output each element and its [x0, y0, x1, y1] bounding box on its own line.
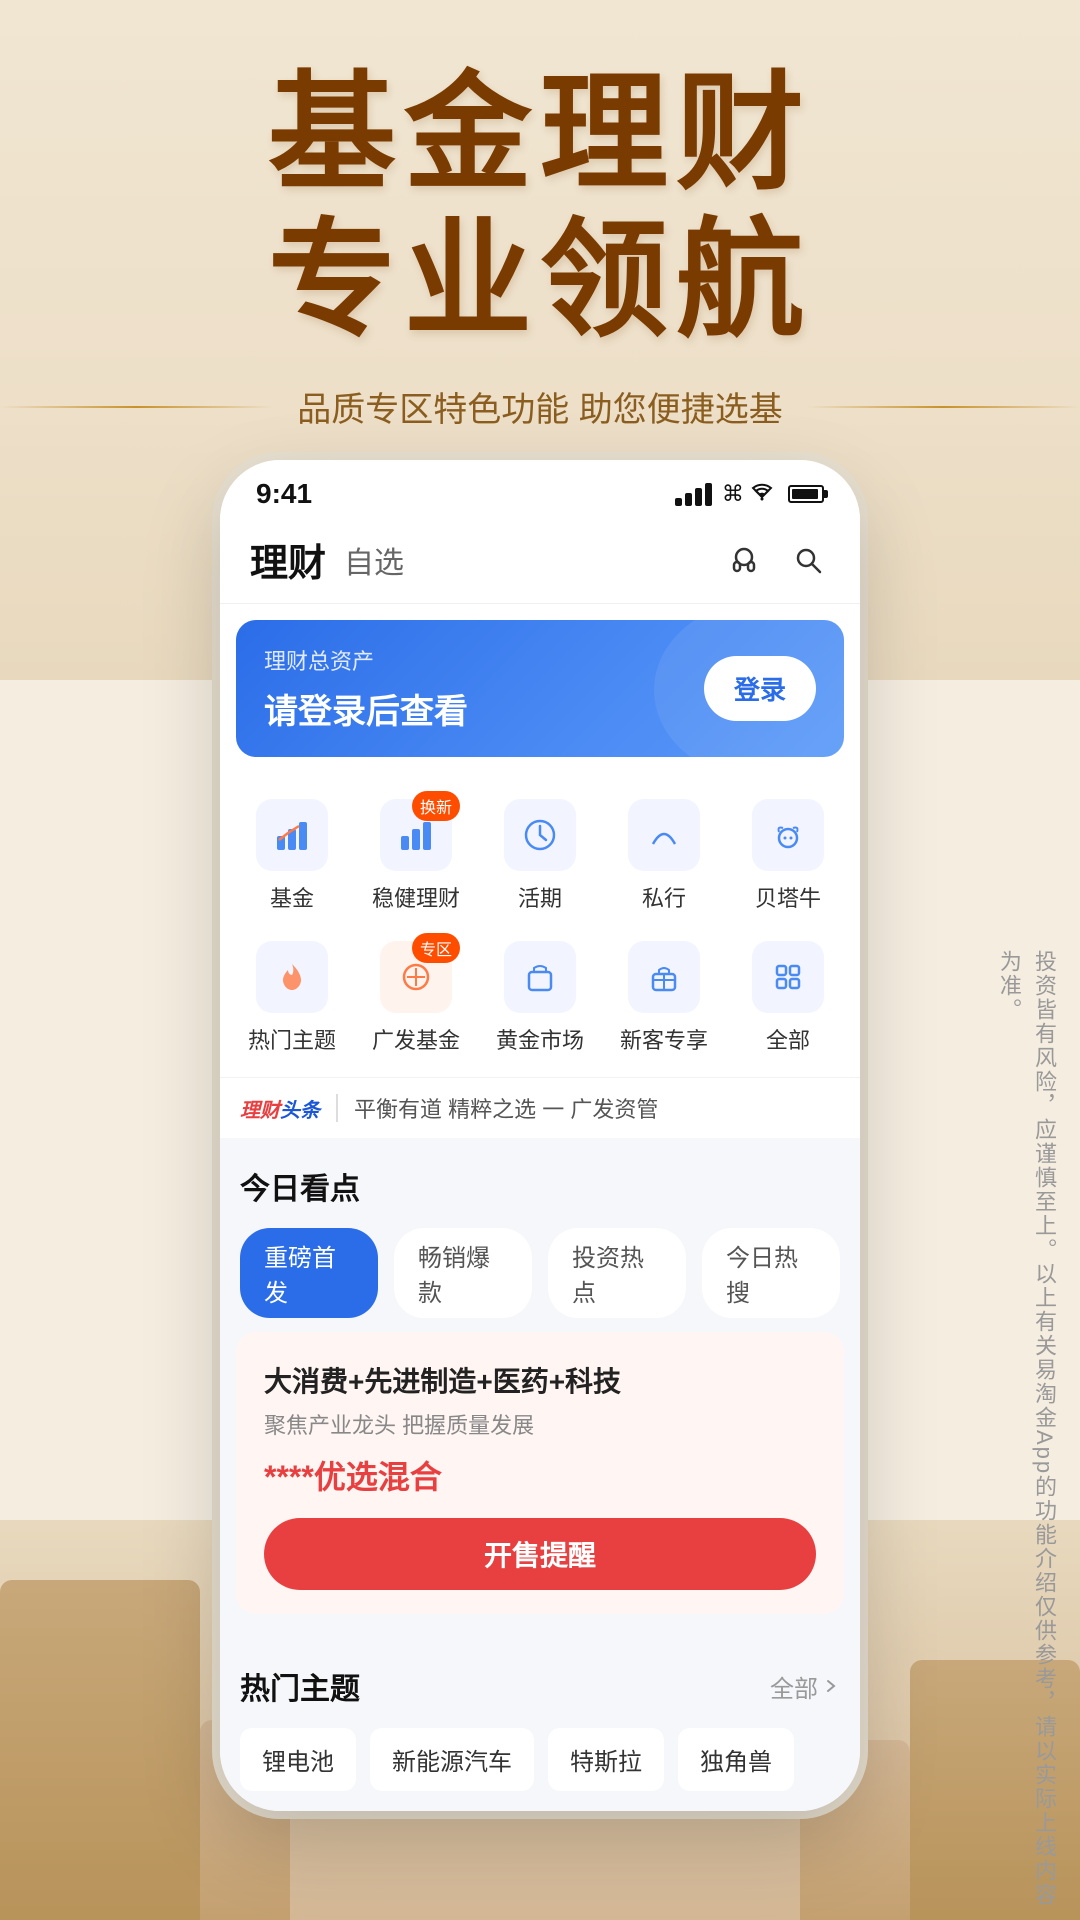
hot-tags: 锂电池 新能源汽车 特斯拉 独角兽	[220, 1718, 860, 1811]
app-nav: 理财 自选	[220, 520, 860, 604]
wifi-icon: ⌘	[722, 481, 774, 507]
side-disclaimer: 投资皆有风险，应谨慎至上。以上有关易淘金App的功能介绍仅供参考，请以实际上线内…	[992, 950, 1062, 1920]
status-icons: ⌘	[675, 481, 824, 507]
banner-left: 理财总资产 请登录后查看	[264, 644, 468, 733]
deco-block-left	[0, 1580, 200, 1920]
hot-tag-unicorn[interactable]: 独角兽	[678, 1728, 794, 1791]
tab-new-launch[interactable]: 重磅首发	[240, 1228, 378, 1318]
ticker-text: 平衡有道 精粹之选 一 广发资管	[354, 1092, 840, 1124]
section-spacer-2	[220, 1638, 860, 1646]
tab-hot-search[interactable]: 今日热搜	[702, 1228, 840, 1318]
grid-item-private[interactable]: 私行	[602, 785, 726, 927]
hot-tag-lithium[interactable]: 锂电池	[240, 1728, 356, 1791]
tab-hot-invest[interactable]: 投资热点	[548, 1228, 686, 1318]
search-icon[interactable]	[786, 538, 830, 582]
grid-item-guangfa[interactable]: 专区 广发基金	[354, 927, 478, 1069]
nav-title-main[interactable]: 理财	[250, 532, 326, 587]
login-button[interactable]: 登录	[704, 656, 816, 721]
fund-card-button[interactable]: 开售提醒	[264, 1518, 816, 1590]
grid-item-stable[interactable]: 换新 稳健理财	[354, 785, 478, 927]
today-header: 今日看点	[220, 1146, 860, 1218]
guangfa-badge: 专区	[412, 933, 460, 963]
hero-section: 基金理财 专业领航 品质专区特色功能 助您便捷选基	[0, 60, 1080, 431]
fund-icon	[256, 799, 328, 871]
guangfa-label: 广发基金	[372, 1023, 460, 1055]
hot-theme-label: 热门主题	[248, 1023, 336, 1055]
hero-sub-wrap: 品质专区特色功能 助您便捷选基	[0, 382, 1080, 431]
new-client-icon	[628, 941, 700, 1013]
grid-item-fund[interactable]: 基金	[230, 785, 354, 927]
hot-topics-header: 热门主题 全部	[220, 1646, 860, 1718]
fund-card: 大消费+先进制造+医药+科技 聚焦产业龙头 把握质量发展 ****优选混合 开售…	[236, 1332, 844, 1614]
stable-icon: 换新	[380, 799, 452, 871]
current-icon	[504, 799, 576, 871]
hero-line-left	[0, 406, 273, 408]
stable-badge: 换新	[412, 791, 460, 821]
hot-title: 热门主题	[240, 1664, 360, 1708]
hot-tag-ev[interactable]: 新能源汽车	[370, 1728, 534, 1791]
nav-title-sub[interactable]: 自选	[344, 538, 404, 582]
grid-item-all[interactable]: 全部	[726, 927, 850, 1069]
signal-icon	[675, 483, 712, 506]
grid-item-new-client[interactable]: 新客专享	[602, 927, 726, 1069]
banner-label: 理财总资产	[264, 644, 468, 676]
current-label: 活期	[518, 881, 562, 913]
grid-item-hot-theme[interactable]: 热门主题	[230, 927, 354, 1069]
all-icon	[752, 941, 824, 1013]
hero-title-line2: 专业领航	[0, 207, 1080, 354]
phone-body: 9:41 ⌘	[220, 460, 860, 1811]
all-label: 全部	[766, 1023, 810, 1055]
tab-bestseller[interactable]: 畅销爆款	[394, 1228, 532, 1318]
section-spacer-1	[220, 1138, 860, 1146]
private-icon	[628, 799, 700, 871]
hot-tag-tesla[interactable]: 特斯拉	[548, 1728, 664, 1791]
beitaniu-label: 贝塔牛	[755, 881, 821, 913]
headset-icon[interactable]	[722, 538, 766, 582]
today-tabs: 重磅首发 畅销爆款 投资热点 今日热搜	[220, 1218, 860, 1332]
phone-mockup: 9:41 ⌘	[220, 460, 860, 1811]
grid-item-gold[interactable]: 黄金市场	[478, 927, 602, 1069]
hero-subtitle: 品质专区特色功能 助您便捷选基	[273, 382, 806, 431]
fund-card-subtitle: 聚焦产业龙头 把握质量发展	[264, 1408, 816, 1440]
fund-card-name: ****优选混合	[264, 1452, 816, 1498]
icon-grid: 基金 换新 稳健理财	[220, 773, 860, 1077]
stable-label: 稳健理财	[372, 881, 460, 913]
hero-title: 基金理财 专业领航	[0, 60, 1080, 354]
fund-card-title: 大消费+先进制造+医药+科技	[264, 1360, 816, 1400]
new-client-label: 新客专享	[620, 1023, 708, 1055]
ticker-divider	[336, 1094, 338, 1122]
gold-label: 黄金市场	[496, 1023, 584, 1055]
asset-banner: 理财总资产 请登录后查看 登录	[236, 620, 844, 757]
hero-line-right	[807, 406, 1080, 408]
battery-icon	[788, 485, 824, 503]
fund-label: 基金	[270, 881, 314, 913]
news-ticker: 理财头条 平衡有道 精粹之选 一 广发资管	[220, 1077, 860, 1138]
guangfa-icon: 专区	[380, 941, 452, 1013]
ticker-brand: 理财头条	[240, 1094, 320, 1123]
status-time: 9:41	[256, 478, 312, 510]
nav-icons	[722, 538, 830, 582]
gold-icon	[504, 941, 576, 1013]
hot-more[interactable]: 全部	[770, 1669, 840, 1704]
private-label: 私行	[642, 881, 686, 913]
grid-item-beitaniu[interactable]: 贝塔牛	[726, 785, 850, 927]
hero-title-line1: 基金理财	[0, 60, 1080, 207]
today-title: 今日看点	[240, 1164, 360, 1208]
grid-item-current[interactable]: 活期	[478, 785, 602, 927]
banner-main-text: 请登录后查看	[264, 684, 468, 733]
status-bar: 9:41 ⌘	[220, 460, 860, 520]
beitaniu-icon	[752, 799, 824, 871]
hot-theme-icon	[256, 941, 328, 1013]
